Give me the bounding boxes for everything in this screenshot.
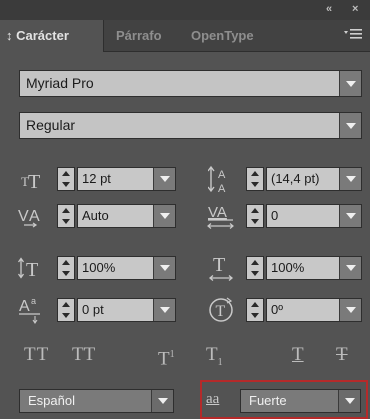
anti-alias-icon: aa xyxy=(206,391,219,408)
panel-title-bar: « × xyxy=(0,0,370,20)
font-size-value: 12 pt xyxy=(82,171,111,186)
baseline-shift-stepper[interactable] xyxy=(57,298,75,322)
font-size-field[interactable]: 12 pt xyxy=(77,167,176,191)
svg-text:A: A xyxy=(218,183,226,195)
svg-text:A: A xyxy=(19,298,30,315)
small-caps-label: TT xyxy=(72,344,96,365)
panel-menu-icon[interactable] xyxy=(344,28,362,43)
strikethrough-button[interactable]: T xyxy=(336,344,348,366)
svg-text:T: T xyxy=(26,259,38,281)
anti-alias-icon-text: aa xyxy=(206,391,220,407)
svg-text:T: T xyxy=(213,254,225,276)
rotation-stepper[interactable] xyxy=(246,298,264,322)
language-select[interactable]: Español xyxy=(19,389,174,413)
superscript-button[interactable]: T1 xyxy=(158,344,175,370)
subscript-button[interactable]: T1 xyxy=(206,344,223,368)
anti-alias-select[interactable]: Fuerte xyxy=(240,389,361,413)
tab-character[interactable]: ↕ Carácter xyxy=(0,20,104,52)
small-caps-button[interactable]: TT xyxy=(72,344,95,366)
vertical-scale-stepper[interactable] xyxy=(57,256,75,280)
leading-stepper[interactable] xyxy=(246,167,264,191)
vertical-scale-value: 100% xyxy=(82,260,116,275)
tab-sort-icon: ↕ xyxy=(6,28,13,43)
kerning-field[interactable]: Auto xyxy=(77,204,176,228)
kerning-stepper[interactable] xyxy=(57,204,75,228)
svg-text:VA: VA xyxy=(208,204,227,221)
chevron-down-icon[interactable] xyxy=(151,390,173,412)
font-size-stepper[interactable] xyxy=(57,167,75,191)
chevron-down-icon[interactable] xyxy=(339,168,361,190)
close-icon[interactable]: × xyxy=(352,3,358,15)
language-value: Español xyxy=(28,393,75,408)
superscript-label: T xyxy=(158,348,170,370)
font-family-select[interactable]: Myriad Pro xyxy=(19,70,362,97)
horizontal-scale-field[interactable]: 100% xyxy=(266,256,362,280)
vertical-scale-field[interactable]: 100% xyxy=(77,256,176,280)
baseline-shift-icon: Aa xyxy=(18,293,42,325)
horizontal-scale-value: 100% xyxy=(271,260,305,275)
chevron-down-icon[interactable] xyxy=(153,257,175,279)
leading-icon: AA xyxy=(208,162,232,196)
rotation-field[interactable]: 0º xyxy=(266,298,362,322)
horizontal-scale-icon: T xyxy=(208,252,234,284)
font-family-value: Myriad Pro xyxy=(26,75,94,91)
tracking-stepper[interactable] xyxy=(246,204,264,228)
svg-text:A: A xyxy=(29,208,40,225)
tracking-field[interactable]: 0 xyxy=(266,204,362,228)
all-caps-button[interactable]: TT xyxy=(24,344,49,366)
horizontal-scale-stepper[interactable] xyxy=(246,256,264,280)
leading-field[interactable]: (14,4 pt) xyxy=(266,167,362,191)
chevron-down-icon[interactable] xyxy=(339,205,361,227)
svg-text:A: A xyxy=(218,169,226,181)
subscript-label: T xyxy=(206,344,218,365)
kerning-value: Auto xyxy=(82,208,109,223)
font-size-icon: TT xyxy=(20,166,44,192)
chevron-down-icon[interactable] xyxy=(153,168,175,190)
chevron-down-icon[interactable] xyxy=(153,299,175,321)
chevron-down-icon[interactable] xyxy=(339,71,361,96)
collapse-icon[interactable]: « xyxy=(326,3,332,15)
chevron-down-icon[interactable] xyxy=(339,113,361,138)
font-style-select[interactable]: Regular xyxy=(19,112,362,139)
tab-opentype[interactable]: OpenType xyxy=(191,20,254,52)
baseline-shift-value: 0 pt xyxy=(82,302,104,317)
tracking-value: 0 xyxy=(271,208,279,223)
chevron-down-icon[interactable] xyxy=(339,257,361,279)
tab-character-label: Carácter xyxy=(16,28,69,43)
font-style-value: Regular xyxy=(26,117,76,133)
kerning-icon: VA xyxy=(18,203,42,229)
underline-button[interactable]: T xyxy=(292,344,304,366)
svg-text:V: V xyxy=(18,208,29,225)
baseline-shift-field[interactable]: 0 pt xyxy=(77,298,176,322)
character-rotation-icon: T xyxy=(207,296,235,324)
rotation-value: 0º xyxy=(271,302,283,317)
anti-alias-value: Fuerte xyxy=(249,393,287,408)
svg-text:T: T xyxy=(216,303,226,320)
svg-text:T: T xyxy=(28,171,40,192)
svg-text:a: a xyxy=(31,296,36,306)
tab-bar: ↕ Carácter Párrafo OpenType xyxy=(0,20,370,52)
vertical-scale-icon: T xyxy=(18,255,42,281)
tab-paragraph[interactable]: Párrafo xyxy=(116,20,162,52)
leading-value: (14,4 pt) xyxy=(271,171,320,186)
chevron-down-icon[interactable] xyxy=(339,299,361,321)
chevron-down-icon[interactable] xyxy=(338,390,360,412)
tracking-icon: VA xyxy=(206,200,236,232)
chevron-down-icon[interactable] xyxy=(153,205,175,227)
